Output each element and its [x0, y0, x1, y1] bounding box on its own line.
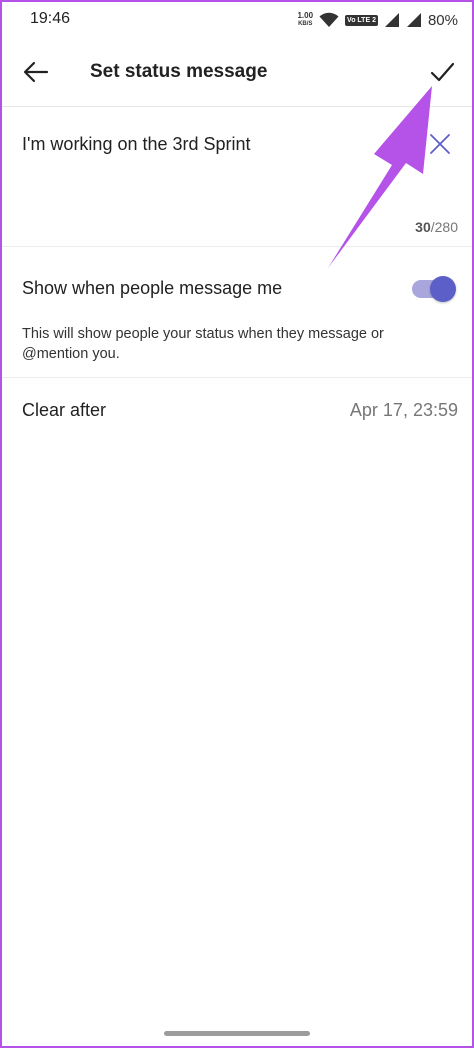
status-message-input[interactable]: I'm working on the 3rd Sprint: [22, 134, 251, 155]
page-title: Set status message: [90, 61, 268, 82]
divider: [0, 377, 474, 378]
status-icons: 1.00 KB/S Vo LTE 2 80%: [297, 9, 458, 31]
show-when-messaged-label: Show when people message me: [22, 278, 283, 298]
clock: 19:46: [30, 10, 71, 27]
status-bar: 19:46 1.00 KB/S Vo LTE 2 80%: [0, 0, 474, 40]
battery-level: 80%: [427, 11, 458, 29]
clear-after-value[interactable]: Apr 17, 23:59: [350, 400, 458, 421]
volte-icon: Vo LTE 2: [345, 14, 378, 26]
toggle-helper-text: This will show people your status when t…: [22, 326, 384, 362]
clear-after-label[interactable]: Clear after: [22, 400, 106, 421]
wifi-icon: [319, 12, 339, 27]
home-indicator[interactable]: [164, 1031, 310, 1036]
signal-icon-2: [406, 13, 421, 27]
network-speed: 1.00 KB/S: [297, 11, 314, 28]
back-arrow-icon[interactable]: [22, 58, 50, 86]
signal-icon: [384, 13, 399, 27]
annotation-arrow-icon: [328, 86, 432, 268]
